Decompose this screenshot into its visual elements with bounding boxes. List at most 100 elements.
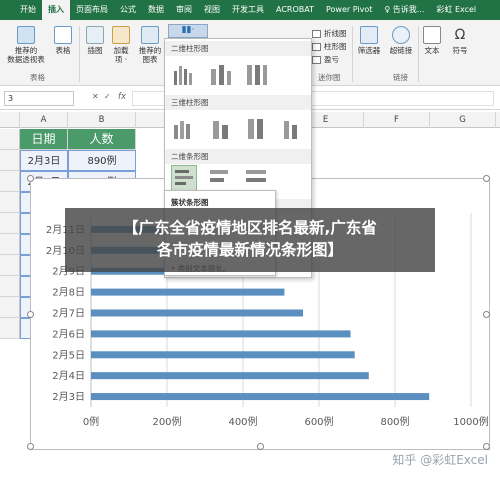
3d-column-option[interactable] xyxy=(279,115,305,141)
link-icon xyxy=(392,26,410,44)
header-cell-count[interactable]: 人数 xyxy=(68,129,136,150)
sparkline-line-label: 折线图 xyxy=(324,29,347,38)
row-header[interactable] xyxy=(0,192,20,213)
table-label: 表格 xyxy=(55,46,71,55)
column-header[interactable]: B xyxy=(68,112,136,128)
ribbon-tab[interactable]: 彩虹 Excel xyxy=(430,0,482,20)
row-header[interactable] xyxy=(0,318,20,339)
bar[interactable] xyxy=(91,309,304,317)
clustered-bar-option[interactable] xyxy=(171,165,197,191)
header-cell-date[interactable]: 日期 xyxy=(20,129,68,150)
row-header[interactable] xyxy=(0,276,20,297)
bar[interactable] xyxy=(91,351,355,359)
ribbon-tab[interactable]: 插入 xyxy=(42,0,70,20)
ribbon-tab[interactable]: 审阅 xyxy=(170,0,198,20)
3d-stacked-column-option[interactable] xyxy=(207,115,233,141)
name-box[interactable]: 3 xyxy=(4,91,74,106)
y-tick-label: 2月8日 xyxy=(52,287,85,299)
count-cell[interactable]: 890例 xyxy=(68,150,136,171)
illustrations-icon xyxy=(86,26,104,44)
column-header[interactable]: F xyxy=(364,112,430,128)
ribbon-tab-bar: 开始 插入 页面布局 公式 数据 审阅 视图 开发工具 ACROBAT Power Pivot ♀ … xyxy=(0,0,500,20)
date-cell[interactable]: 2月3日 xyxy=(20,150,68,171)
percent-column-option[interactable] xyxy=(243,61,269,87)
ribbon-tab[interactable]: ♀ 告诉我... xyxy=(378,0,430,20)
row-header[interactable] xyxy=(0,255,20,276)
ribbon-tab[interactable]: 视图 xyxy=(198,0,226,20)
row-header[interactable] xyxy=(0,297,20,318)
ribbon-tab[interactable]: 开始 xyxy=(14,0,42,20)
resize-handle[interactable] xyxy=(27,443,34,450)
bar-chart-icon: ▮▮· xyxy=(181,25,195,35)
recommended-charts-label: 推荐的 图表 xyxy=(138,46,162,64)
hyperlink-button[interactable]: 超链接 xyxy=(386,26,416,55)
clustered-column-option[interactable] xyxy=(171,61,197,87)
row-header[interactable] xyxy=(0,129,20,150)
3d-percent-column-option[interactable] xyxy=(243,115,269,141)
recommended-pivot-button[interactable]: 推荐的 数据透视表 xyxy=(4,26,48,64)
table-icon xyxy=(54,26,72,44)
x-tick-label: 1000例 xyxy=(453,415,488,428)
y-tick-label: 2月7日 xyxy=(52,308,85,320)
3d-clustered-column-option[interactable] xyxy=(171,115,197,141)
resize-handle[interactable] xyxy=(257,443,264,450)
bar[interactable] xyxy=(91,330,351,338)
addins-button[interactable]: 加载项 · xyxy=(110,26,132,64)
stacked-bar-option[interactable] xyxy=(207,165,233,191)
cancel-icon[interactable]: ✕ xyxy=(92,92,99,101)
sparkline-winloss-button[interactable]: 盈亏 xyxy=(312,54,339,65)
tooltip-title: 簇状条形图 xyxy=(171,198,209,207)
slicer-button[interactable]: 筛选器 xyxy=(354,26,384,55)
resize-handle[interactable] xyxy=(483,311,490,318)
line-sparkline-icon xyxy=(312,29,321,38)
bar[interactable] xyxy=(91,372,369,380)
pivot-table-icon xyxy=(17,26,35,44)
links-group-label: 链接 xyxy=(393,73,408,82)
sparkline-line-button[interactable]: 折线图 xyxy=(312,28,347,39)
x-tick-label: 600例 xyxy=(304,415,333,428)
tables-group-label: 表格 xyxy=(30,73,45,82)
text-button[interactable]: 文本 xyxy=(420,26,444,55)
symbol-button[interactable]: Ω 符号 xyxy=(448,26,472,55)
resize-handle[interactable] xyxy=(27,311,34,318)
table-button[interactable]: 表格 xyxy=(50,26,76,55)
text-box-icon xyxy=(423,26,441,44)
bar[interactable] xyxy=(91,288,285,296)
resize-handle[interactable] xyxy=(27,175,34,182)
illustrations-button[interactable]: 插图 xyxy=(82,26,108,55)
filter-icon xyxy=(360,26,378,44)
title-banner: 【广东全省疫情地区排名最新,广东省 各市疫情最新情况条形图】 xyxy=(65,208,435,272)
sparkline-column-label: 柱形图 xyxy=(324,42,347,51)
percent-bar-option[interactable] xyxy=(243,165,269,191)
function-icon[interactable]: fx xyxy=(118,92,126,102)
select-all-corner[interactable] xyxy=(0,112,20,128)
ribbon-tab[interactable]: 页面布局 xyxy=(70,0,114,20)
row-header[interactable] xyxy=(0,150,20,171)
banner-line-2: 各市疫情最新情况条形图】 xyxy=(156,241,343,259)
y-tick-label: 2月4日 xyxy=(52,370,85,382)
stacked-column-option[interactable] xyxy=(207,61,233,87)
bar[interactable] xyxy=(91,393,430,401)
ribbon-tab[interactable]: 数据 xyxy=(142,0,170,20)
column-header[interactable]: G xyxy=(430,112,496,128)
ribbon-tab[interactable]: Power Pivot xyxy=(320,0,378,20)
resize-handle[interactable] xyxy=(483,443,490,450)
confirm-icon[interactable]: ✓ xyxy=(104,92,111,101)
row-header[interactable] xyxy=(0,234,20,255)
ribbon-separator xyxy=(418,26,419,82)
y-tick-label: 2月5日 xyxy=(52,349,85,361)
y-tick-label: 2月6日 xyxy=(52,328,85,340)
sparkline-column-button[interactable]: 柱形图 xyxy=(312,41,347,52)
ribbon-tab[interactable]: 公式 xyxy=(114,0,142,20)
resize-handle[interactable] xyxy=(483,175,490,182)
recommended-charts-button[interactable]: 推荐的 图表 xyxy=(136,26,164,64)
ribbon-separator xyxy=(79,26,80,82)
column-header[interactable]: A xyxy=(20,112,68,128)
ribbon-tab[interactable]: ACROBAT xyxy=(270,0,320,20)
ribbon-tab[interactable]: 开发工具 xyxy=(226,0,270,20)
row-header[interactable] xyxy=(0,213,20,234)
ribbon-separator xyxy=(352,26,353,82)
recommended-charts-icon xyxy=(141,26,159,44)
insert-bar-chart-button[interactable]: ▮▮· xyxy=(168,24,208,38)
row-header[interactable] xyxy=(0,171,20,192)
